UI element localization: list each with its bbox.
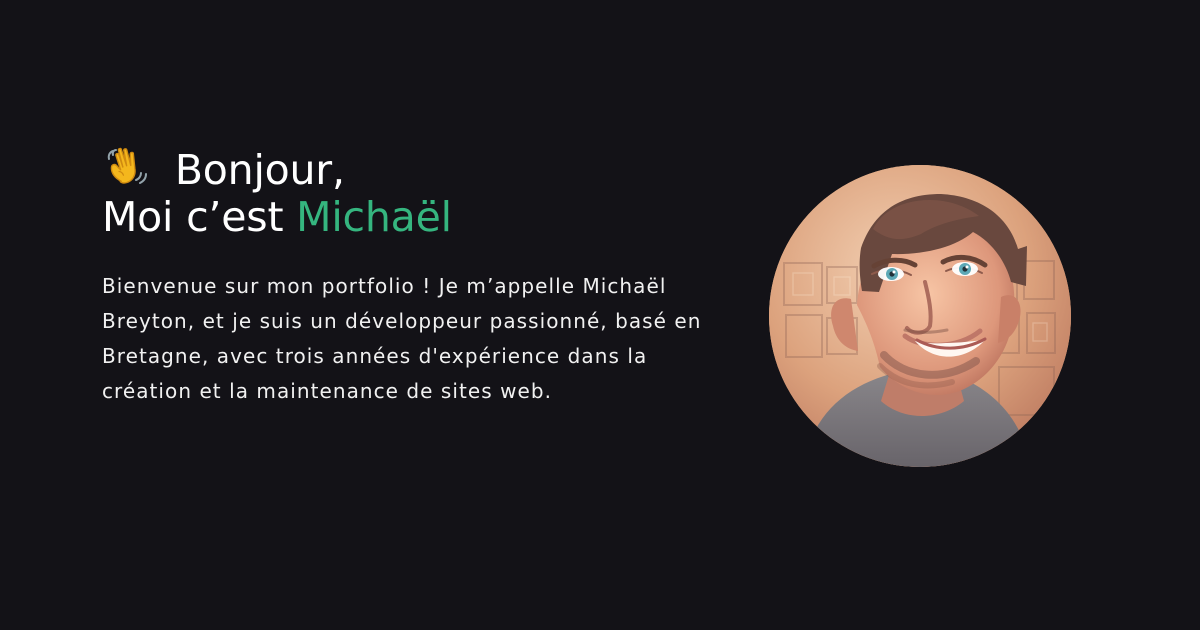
- highlighted-name: Michaël: [296, 193, 452, 241]
- greeting-text: Bonjour,: [174, 146, 345, 194]
- hero-heading: Bonjour, Moi c’est Michaël: [102, 142, 742, 241]
- bio-paragraph: Bienvenue sur mon portfolio ! Je m’appel…: [102, 274, 702, 403]
- intro-section: Bonjour, Moi c’est Michaël Bienvenue sur…: [102, 142, 742, 409]
- name-line: Moi c’est Michaël: [102, 194, 742, 241]
- intro-prefix: Moi c’est: [102, 193, 297, 241]
- waving-hand-icon: [102, 142, 150, 190]
- greeting-line: Bonjour,: [102, 142, 742, 194]
- profile-photo: [769, 165, 1071, 467]
